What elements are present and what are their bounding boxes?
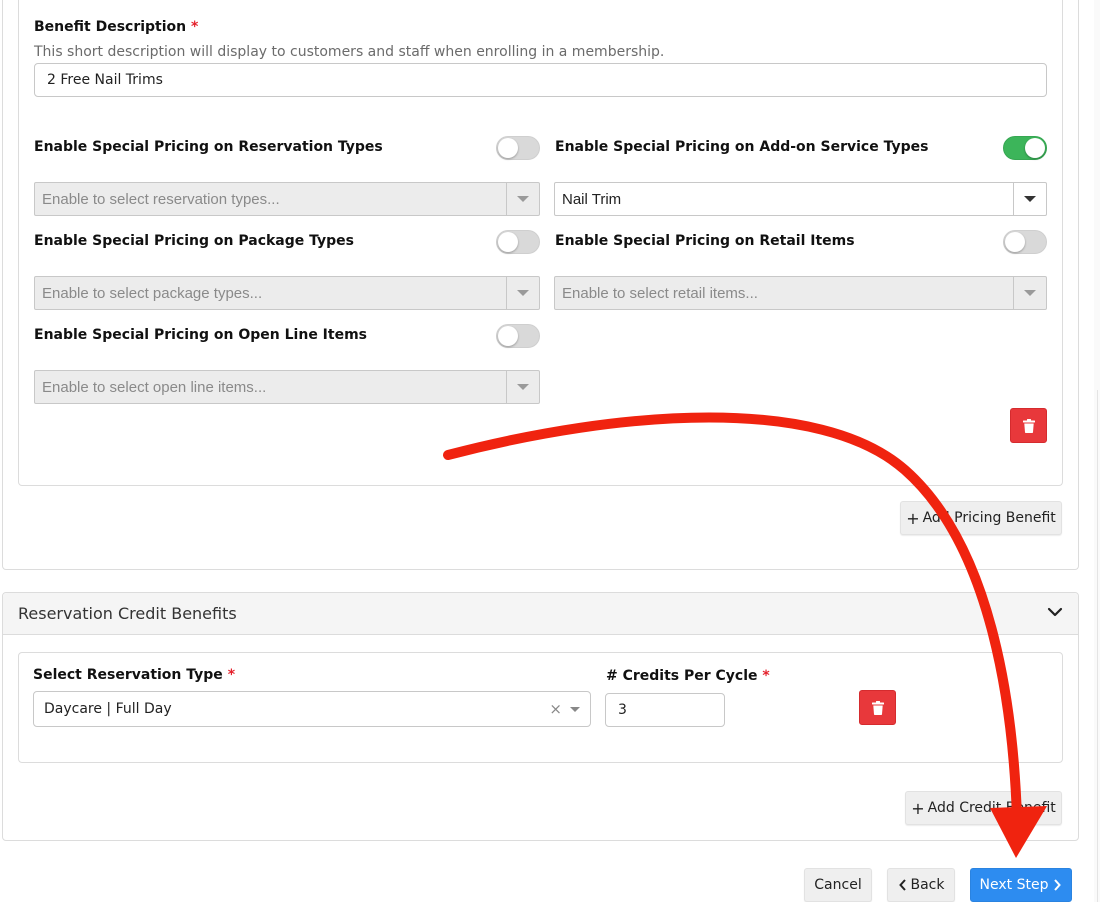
benefit-description-input[interactable]: 2 Free Nail Trims <box>34 63 1047 97</box>
required-mark: * <box>227 667 236 683</box>
next-step-button[interactable]: Next Step <box>970 868 1072 902</box>
next-step-label: Next Step <box>979 877 1049 893</box>
reservation-credit-title: Reservation Credit Benefits <box>18 604 237 623</box>
toggle-knob <box>498 138 518 158</box>
dropdown-arrow-icon <box>570 706 580 712</box>
clear-icon[interactable]: × <box>549 700 562 718</box>
reservation-types-placeholder: Enable to select reservation types... <box>42 190 280 208</box>
add-pricing-benefit-button[interactable]: + Add Pricing Benefit <box>900 501 1062 535</box>
addon-service-types-toggle[interactable] <box>1003 136 1047 160</box>
required-mark: * <box>762 668 770 684</box>
add-pricing-benefit-label: Add Pricing Benefit <box>922 510 1056 526</box>
open-line-items-label: Enable Special Pricing on Open Line Item… <box>34 327 367 343</box>
benefit-description-label-text: Benefit Description <box>34 19 187 35</box>
credits-per-cycle-value: 3 <box>618 702 627 718</box>
select-reservation-type-label: Select Reservation Type * <box>33 667 235 683</box>
dropdown-arrow-icon <box>506 371 539 403</box>
package-types-label: Enable Special Pricing on Package Types <box>34 233 355 249</box>
package-types-toggle[interactable] <box>496 230 540 254</box>
chevron-left-icon <box>898 879 906 891</box>
dropdown-arrow-icon <box>1013 183 1046 215</box>
toggle-knob <box>1005 232 1025 252</box>
back-button[interactable]: Back <box>887 868 955 902</box>
reservation-types-toggle[interactable] <box>496 136 540 160</box>
benefit-description-label: Benefit Description * <box>34 19 198 35</box>
retail-items-toggle[interactable] <box>1003 230 1047 254</box>
dropdown-arrow-icon <box>506 277 539 309</box>
cancel-button[interactable]: Cancel <box>804 868 872 902</box>
credits-per-cycle-input[interactable]: 3 <box>605 693 725 727</box>
benefit-description-value: 2 Free Nail Trims <box>47 72 163 88</box>
retail-items-label: Enable Special Pricing on Retail Items <box>555 233 855 249</box>
dropdown-arrow-icon <box>1013 277 1046 309</box>
package-types-select[interactable]: Enable to select package types... <box>34 276 540 310</box>
toggle-knob <box>498 326 518 346</box>
open-line-items-toggle[interactable] <box>496 324 540 348</box>
reservation-type-value: Daycare | Full Day <box>44 701 172 717</box>
add-credit-benefit-button[interactable]: + Add Credit Benefit <box>905 791 1062 825</box>
open-line-items-placeholder: Enable to select open line items... <box>42 378 267 396</box>
plus-icon: + <box>906 508 920 528</box>
reservation-type-select[interactable]: Daycare | Full Day × <box>33 691 591 727</box>
toggle-knob <box>498 232 518 252</box>
scrollbar-divider <box>1097 390 1098 902</box>
reservation-types-select[interactable]: Enable to select reservation types... <box>34 182 540 216</box>
add-credit-benefit-label: Add Credit Benefit <box>927 800 1056 816</box>
chevron-down-icon[interactable] <box>1046 604 1064 623</box>
trash-icon <box>1022 418 1035 433</box>
retail-items-select[interactable]: Enable to select retail items... <box>554 276 1047 310</box>
addon-service-types-value: Nail Trim <box>562 190 622 208</box>
toggle-knob <box>1025 138 1045 158</box>
reservation-types-label: Enable Special Pricing on Reservation Ty… <box>34 139 383 155</box>
plus-icon: + <box>911 798 925 818</box>
back-label: Back <box>910 877 945 893</box>
trash-icon <box>871 700 884 715</box>
package-types-placeholder: Enable to select package types... <box>42 284 263 302</box>
addon-service-types-label: Enable Special Pricing on Add-on Service… <box>555 139 929 155</box>
addon-service-types-select[interactable]: Nail Trim <box>554 182 1047 216</box>
credits-per-cycle-label: # Credits Per Cycle * <box>606 668 770 684</box>
benefit-description-helper: This short description will display to c… <box>34 44 665 60</box>
select-reservation-type-label-text: Select Reservation Type <box>33 667 223 683</box>
required-mark: * <box>191 19 199 35</box>
open-line-items-select[interactable]: Enable to select open line items... <box>34 370 540 404</box>
credits-per-cycle-label-text: # Credits Per Cycle <box>606 668 758 684</box>
dropdown-arrow-icon <box>506 183 539 215</box>
retail-items-placeholder: Enable to select retail items... <box>562 284 758 302</box>
delete-pricing-benefit-button[interactable] <box>1010 408 1047 443</box>
chevron-right-icon <box>1054 879 1062 891</box>
delete-credit-benefit-button[interactable] <box>859 690 896 725</box>
